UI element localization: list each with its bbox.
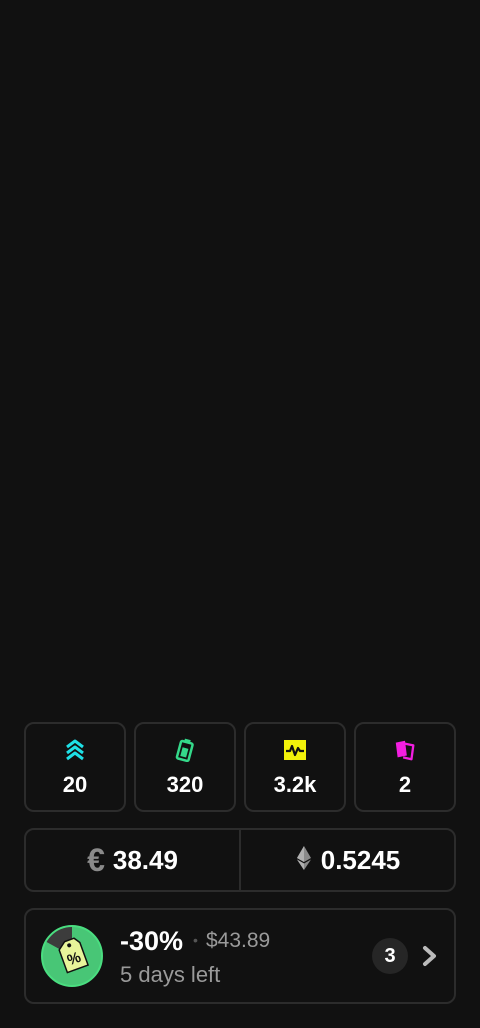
wallet-balances: € 38.49 0.5245 bbox=[24, 828, 456, 892]
stat-battery-value: 320 bbox=[166, 772, 204, 797]
eth-amount: 0.5245 bbox=[320, 844, 401, 875]
page: 20 320 3.2k 2 € 38.49 0.5245 % -30% • $4… bbox=[0, 0, 480, 1028]
stat-activity[interactable]: 3.2k bbox=[244, 722, 346, 812]
days-left-label: 5 days left bbox=[120, 962, 221, 987]
discounted-price: $43.89 bbox=[206, 929, 271, 952]
battery-icon bbox=[173, 738, 197, 762]
stat-boosts-value: 20 bbox=[62, 772, 88, 797]
chevron-right-icon[interactable] bbox=[420, 944, 440, 968]
separator-dot: • bbox=[193, 932, 198, 948]
stat-boosts[interactable]: 20 bbox=[24, 722, 126, 812]
discount-offer-card[interactable]: % -30% • $43.89 5 days left 3 bbox=[24, 908, 456, 1004]
discount-percent: -30% bbox=[120, 926, 184, 956]
stats-row: 20 320 3.2k 2 bbox=[24, 722, 456, 812]
stat-cards[interactable]: 2 bbox=[354, 722, 456, 812]
stat-activity-value: 3.2k bbox=[273, 772, 317, 797]
cards-icon bbox=[393, 738, 417, 762]
stat-battery[interactable]: 320 bbox=[134, 722, 236, 812]
chevrons-up-icon bbox=[63, 738, 87, 762]
ethereum-icon bbox=[295, 845, 313, 876]
euro-amount: 38.49 bbox=[112, 844, 178, 875]
euro-icon: € bbox=[87, 842, 105, 878]
offer-count-badge: 3 bbox=[372, 938, 408, 974]
eth-balance[interactable]: 0.5245 bbox=[241, 830, 454, 890]
stat-cards-value: 2 bbox=[398, 772, 412, 797]
euro-balance[interactable]: € 38.49 bbox=[26, 830, 239, 890]
pulse-icon bbox=[283, 738, 307, 762]
discount-progress-ring: % bbox=[40, 924, 104, 988]
